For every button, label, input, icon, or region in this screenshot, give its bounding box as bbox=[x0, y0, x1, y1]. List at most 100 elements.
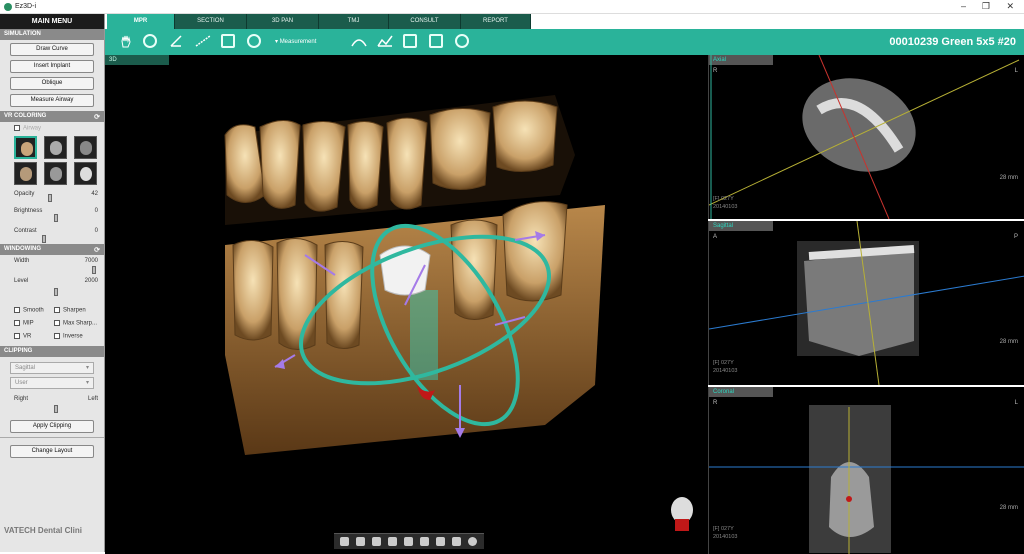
max-sharpen-option[interactable]: Max Sharp... bbox=[54, 320, 97, 327]
view-orientation-toolbar bbox=[334, 533, 484, 549]
view-left-icon[interactable] bbox=[372, 537, 381, 546]
oblique-button[interactable]: Oblique bbox=[10, 77, 94, 90]
vr-preset-1[interactable] bbox=[14, 136, 37, 159]
airway-row[interactable]: Airway bbox=[0, 122, 104, 134]
airway-checkbox[interactable] bbox=[14, 125, 20, 131]
camera-icon[interactable] bbox=[221, 34, 235, 48]
airway-option: Airway bbox=[14, 125, 41, 132]
axial-view[interactable]: Axial R L [F] 027Y 20140103 28 mm bbox=[708, 55, 1024, 219]
chevron-down-icon: ▾ bbox=[85, 380, 89, 386]
tab-section[interactable]: SECTION bbox=[175, 14, 247, 29]
mip-checkbox[interactable] bbox=[14, 320, 20, 326]
vr-preset-5[interactable] bbox=[44, 162, 67, 185]
vr-checkbox[interactable] bbox=[14, 333, 20, 339]
measure-airway-button[interactable]: Measure Airway bbox=[10, 94, 94, 107]
apply-clipping-button[interactable]: Apply Clipping bbox=[10, 420, 94, 433]
curve-graph-icon[interactable] bbox=[377, 34, 393, 48]
sagittal-view[interactable]: Sagittal A P [F] 027Y 20140103 28 mm bbox=[708, 221, 1024, 385]
axial-slice-image bbox=[709, 55, 1020, 219]
tab-report[interactable]: REPORT bbox=[461, 14, 531, 29]
sharpen-option[interactable]: Sharpen bbox=[54, 307, 86, 314]
measurement-dropdown[interactable]: ▾ Measurement bbox=[275, 38, 316, 45]
level-value: 2000 bbox=[84, 278, 98, 284]
view-reset-icon[interactable] bbox=[452, 537, 461, 546]
width-value: 7000 bbox=[84, 258, 98, 264]
coronal-view[interactable]: Coronal R L [F] 027Y 20140103 28 mm bbox=[708, 387, 1024, 554]
inverse-label: Inverse bbox=[63, 333, 83, 340]
chevron-down-icon: ▾ bbox=[85, 365, 89, 371]
image-icon[interactable] bbox=[403, 34, 417, 48]
tab-tmj[interactable]: TMJ bbox=[319, 14, 389, 29]
draw-curve-button[interactable]: Draw Curve bbox=[10, 43, 94, 56]
brightness-slider[interactable] bbox=[54, 214, 58, 222]
max-sharpen-checkbox[interactable] bbox=[54, 320, 60, 326]
close-icon[interactable]: ✕ bbox=[1006, 1, 1014, 12]
opacity-label: Opacity bbox=[14, 191, 35, 197]
zoom-icon[interactable] bbox=[143, 34, 157, 48]
vr-preset-4[interactable] bbox=[14, 162, 37, 185]
jaw-3d-render bbox=[224, 95, 605, 455]
max-sharpen-label: Max Sharp... bbox=[63, 320, 98, 327]
tab-consult[interactable]: CONSULT bbox=[389, 14, 461, 29]
width-slider[interactable] bbox=[92, 266, 96, 274]
smooth-option[interactable]: Smooth bbox=[14, 307, 44, 314]
clipping-slider[interactable] bbox=[54, 405, 58, 413]
mip-label: MIP bbox=[23, 320, 34, 327]
opacity-value: 42 bbox=[91, 191, 98, 197]
left-panel: MAIN MENU SIMULATION Draw Curve Insert I… bbox=[0, 14, 105, 552]
tab-mpr[interactable]: MPR bbox=[107, 14, 175, 29]
reset-icon[interactable] bbox=[247, 34, 261, 48]
ruler-icon[interactable] bbox=[195, 34, 211, 48]
orientation-head-icon[interactable] bbox=[667, 495, 697, 535]
insert-implant-button[interactable]: Insert Implant bbox=[10, 60, 94, 73]
layout-icon[interactable] bbox=[429, 34, 443, 48]
restore-icon[interactable]: ❐ bbox=[982, 1, 990, 12]
opacity-slider[interactable] bbox=[48, 194, 52, 202]
vr-label: VR bbox=[23, 333, 32, 340]
window-title: Ez3D-i bbox=[15, 3, 37, 10]
clipping-plane-value: Sagittal bbox=[15, 365, 36, 371]
sharpen-checkbox[interactable] bbox=[54, 307, 60, 313]
contrast-slider[interactable] bbox=[42, 235, 46, 243]
clipping-plane-select[interactable]: Sagittal ▾ bbox=[10, 362, 94, 374]
inverse-checkbox[interactable] bbox=[54, 333, 60, 339]
tab-bar: MPR SECTION 3D PAN TMJ CONSULT REPORT bbox=[105, 14, 1024, 29]
clipping-header: CLIPPING bbox=[0, 346, 104, 357]
vr-coloring-header-label: VR COLORING bbox=[4, 113, 47, 119]
simulation-header-label: SIMULATION bbox=[4, 31, 41, 37]
view-rotate-icon[interactable] bbox=[468, 537, 477, 546]
measurement-label: Measurement bbox=[279, 39, 317, 45]
sagittal-meta-line: 20140103 bbox=[713, 368, 738, 374]
change-layout-button[interactable]: Change Layout bbox=[10, 445, 94, 458]
clipping-mode-select[interactable]: User ▾ bbox=[10, 377, 94, 389]
vr-option[interactable]: VR bbox=[14, 333, 31, 340]
bone-density-icon[interactable] bbox=[351, 34, 367, 48]
pan-icon[interactable] bbox=[119, 34, 133, 48]
view-3d[interactable]: 3D bbox=[105, 55, 708, 554]
smooth-checkbox[interactable] bbox=[14, 307, 20, 313]
view-iso-icon[interactable] bbox=[436, 537, 445, 546]
minimize-icon[interactable]: – bbox=[961, 1, 966, 11]
mip-option[interactable]: MIP bbox=[14, 320, 34, 327]
sharpen-label: Sharpen bbox=[63, 307, 86, 314]
simulation-header: SIMULATION bbox=[0, 29, 104, 40]
vr-preset-3[interactable] bbox=[74, 136, 97, 159]
brightness-value: 0 bbox=[94, 208, 98, 214]
vr-preset-6[interactable] bbox=[74, 162, 97, 185]
tab-3d-pan[interactable]: 3D PAN bbox=[247, 14, 319, 29]
vr-preset-2[interactable] bbox=[44, 136, 67, 159]
contrast-label: Contrast bbox=[14, 228, 37, 234]
inverse-option[interactable]: Inverse bbox=[54, 333, 83, 340]
coronal-meta-line: 20140103 bbox=[713, 534, 738, 540]
angle-icon[interactable] bbox=[169, 34, 183, 48]
view-bottom-icon[interactable] bbox=[420, 537, 429, 546]
view-right-icon[interactable] bbox=[388, 537, 397, 546]
export-icon[interactable] bbox=[455, 34, 469, 48]
title-bar: Ez3D-i – ❐ ✕ bbox=[0, 0, 1024, 14]
coronal-meta-line: [F] 027Y bbox=[713, 526, 734, 532]
level-slider[interactable] bbox=[54, 288, 58, 296]
view-back-icon[interactable] bbox=[356, 537, 365, 546]
case-id: 00010239 Green 5x5 #20 bbox=[889, 36, 1016, 48]
view-top-icon[interactable] bbox=[404, 537, 413, 546]
view-front-icon[interactable] bbox=[340, 537, 349, 546]
